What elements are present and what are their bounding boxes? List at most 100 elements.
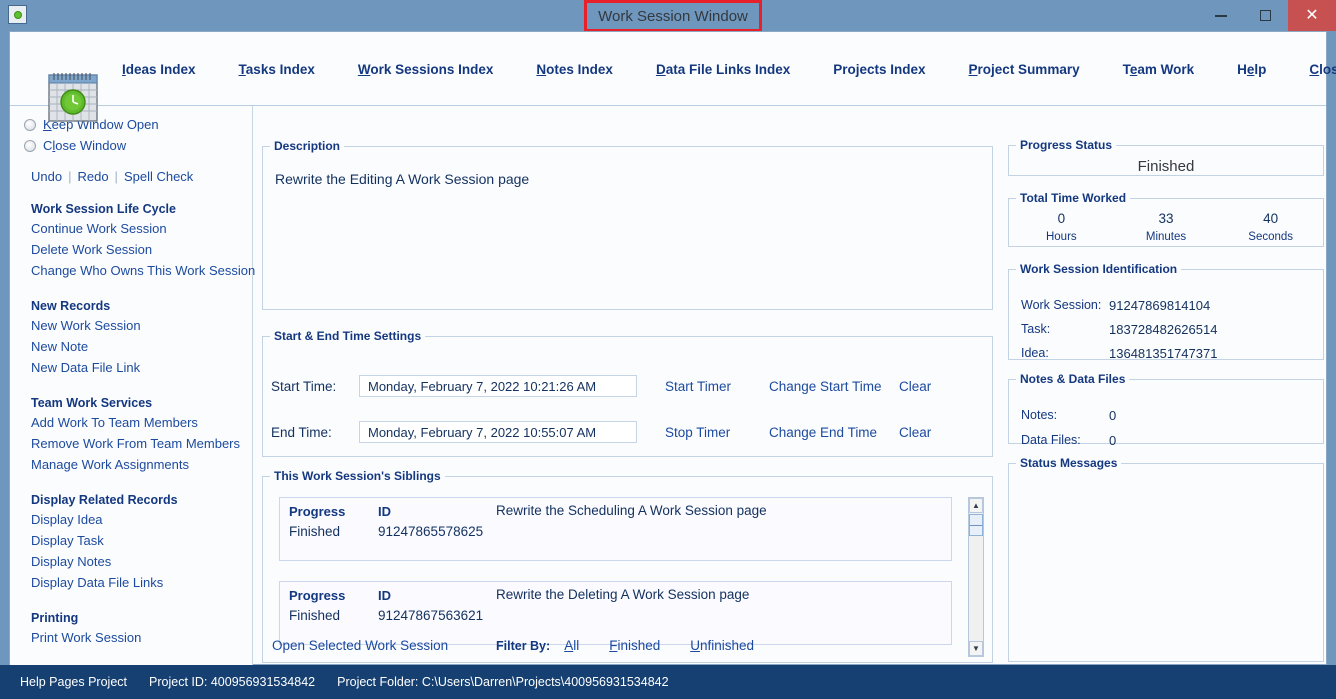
- end-time-input[interactable]: Monday, February 7, 2022 10:55:07 AM: [359, 421, 637, 443]
- work-session-id-key: Work Session:: [1021, 298, 1102, 312]
- sibling-progress-header: Progress: [289, 588, 346, 603]
- nav-close-program[interactable]: Close Program: [1309, 62, 1336, 77]
- seconds-column: 40 Seconds: [1218, 211, 1323, 243]
- scrollbar-thumb[interactable]: [969, 514, 983, 536]
- filter-all-link[interactable]: All: [564, 638, 579, 653]
- maximize-button[interactable]: [1243, 0, 1288, 31]
- notes-count-row: Notes: 0: [1021, 408, 1116, 423]
- open-selected-work-session-link[interactable]: Open Selected Work Session: [272, 638, 496, 653]
- filter-unfinished-link[interactable]: Unfinished: [690, 638, 754, 653]
- sidebar-group-new-records: New Records: [31, 299, 111, 313]
- nav-work-sessions-index[interactable]: Work Sessions Index: [358, 62, 494, 77]
- nav-tasks-index[interactable]: Tasks Index: [239, 62, 315, 77]
- sidebar-item-remove-work-from-team-members[interactable]: Remove Work From Team Members: [31, 433, 252, 454]
- sibling-row[interactable]: Progress ID Rewrite the Scheduling A Wor…: [279, 497, 952, 561]
- scroll-down-icon[interactable]: ▼: [969, 641, 983, 656]
- end-time-row: End Time: Monday, February 7, 2022 10:55…: [271, 421, 959, 443]
- undo-link[interactable]: Undo: [31, 169, 62, 184]
- stop-timer-link[interactable]: Stop Timer: [665, 425, 769, 440]
- work-session-id-row: Work Session: 91247869814104: [1021, 298, 1210, 313]
- radio-icon[interactable]: [24, 139, 36, 152]
- nav-help[interactable]: Help: [1237, 62, 1266, 77]
- siblings-list: Progress ID Rewrite the Scheduling A Wor…: [272, 497, 966, 645]
- nav-project-summary[interactable]: Project Summary: [969, 62, 1080, 77]
- clear-end-time-link[interactable]: Clear: [899, 425, 959, 440]
- spell-check-link[interactable]: Spell Check: [124, 169, 193, 184]
- sidebar-item-display-data-file-links[interactable]: Display Data File Links: [31, 572, 252, 593]
- radio-close-window[interactable]: Close Window: [24, 135, 252, 156]
- radio-label: Close Window: [43, 138, 126, 153]
- minimize-button[interactable]: [1198, 0, 1243, 31]
- sidebar-item-delete-work-session[interactable]: Delete Work Session: [31, 239, 252, 260]
- idea-id-row: Idea: 136481351747371: [1021, 346, 1217, 361]
- nav-label: lose Program: [1319, 61, 1336, 77]
- start-time-input[interactable]: Monday, February 7, 2022 10:21:26 AM: [359, 375, 637, 397]
- divider: |: [68, 169, 72, 184]
- nav-label-rest: rojects Index: [842, 61, 926, 77]
- sidebar-item-new-note[interactable]: New Note: [31, 336, 252, 357]
- sidebar-group-work-session-life-cycle: Work Session Life Cycle: [31, 202, 176, 216]
- siblings-scrollbar[interactable]: ▲ ▼: [968, 497, 984, 657]
- nav-accel: P: [968, 61, 978, 77]
- end-time-label: End Time:: [271, 424, 332, 440]
- sibling-progress-value: Finished: [289, 524, 341, 539]
- sidebar-item-display-task[interactable]: Display Task: [31, 530, 252, 551]
- filter-finished-link[interactable]: Finished: [609, 638, 660, 653]
- window-controls: ✕: [1198, 0, 1336, 31]
- sidebar-item-change-owner[interactable]: Change Who Owns This Work Session: [31, 260, 255, 281]
- sidebar-item-manage-work-assignments[interactable]: Manage Work Assignments: [31, 454, 252, 475]
- start-timer-link[interactable]: Start Timer: [665, 379, 769, 394]
- radio-icon[interactable]: [24, 118, 36, 131]
- edit-actions-row: Undo | Redo | Spell Check: [31, 169, 252, 184]
- nav-data-file-links-index[interactable]: Data File Links Index: [656, 62, 790, 77]
- filter-rest: inished: [617, 638, 661, 653]
- nav-team-work[interactable]: Team Work: [1123, 62, 1195, 77]
- nav-projects-index[interactable]: Projects Index: [833, 62, 925, 77]
- change-end-time-link[interactable]: Change End Time: [769, 425, 899, 440]
- filter-rest: nfinished: [699, 638, 755, 653]
- close-button[interactable]: ✕: [1288, 0, 1336, 31]
- siblings-legend: This Work Session's Siblings: [274, 469, 441, 483]
- sidebar-item-continue-work-session[interactable]: Continue Work Session: [31, 218, 252, 239]
- nav-ideas-index[interactable]: Ideas Index: [122, 62, 196, 77]
- sibling-id-header: ID: [378, 504, 391, 519]
- right-column: Progress Status Finished Total Time Work…: [1001, 106, 1328, 665]
- nav-label: asks Index: [245, 61, 315, 77]
- header-bar: Ideas Index Tasks Index Work Sessions In…: [10, 32, 1336, 122]
- sibling-id-value: 91247865578625: [378, 524, 484, 539]
- clear-start-time-link[interactable]: Clear: [899, 379, 959, 394]
- sibling-id-header: ID: [378, 588, 391, 603]
- work-session-identification-legend: Work Session Identification: [1020, 262, 1178, 276]
- divider: |: [114, 169, 118, 184]
- task-id-key: Task:: [1021, 322, 1051, 336]
- sibling-progress-value: Finished: [289, 608, 341, 623]
- progress-status-legend: Progress Status: [1020, 138, 1113, 152]
- nav-label: ork Sessions Index: [370, 61, 494, 77]
- nav-accel: N: [536, 61, 547, 77]
- minutes-value: 33: [1158, 211, 1174, 226]
- redo-link[interactable]: Redo: [77, 169, 108, 184]
- maximize-icon: [1260, 10, 1271, 21]
- status-project-folder: Project Folder: C:\Users\Darren\Projects…: [337, 675, 669, 689]
- sidebar-item-new-data-file-link[interactable]: New Data File Link: [31, 357, 252, 378]
- sidebar-item-display-notes[interactable]: Display Notes: [31, 551, 252, 572]
- sidebar-item-add-work-to-team-members[interactable]: Add Work To Team Members: [31, 412, 252, 433]
- sidebar-item-display-idea[interactable]: Display Idea: [31, 509, 252, 530]
- total-time-worked-panel: Total Time Worked 0 Hours 33 Minutes 40 …: [1008, 191, 1324, 247]
- sibling-row[interactable]: Progress ID Rewrite the Deleting A Work …: [279, 581, 952, 645]
- task-id-value: 183728482626514: [1109, 322, 1218, 337]
- sidebar-item-new-work-session[interactable]: New Work Session: [31, 315, 252, 336]
- notes-count-key: Notes:: [1021, 408, 1058, 422]
- change-start-time-link[interactable]: Change Start Time: [769, 379, 899, 394]
- nav-label: lp: [1254, 61, 1267, 77]
- time-settings-panel: Start & End Time Settings Start Time: Mo…: [262, 329, 993, 457]
- status-project-id: Project ID: 400956931534842: [149, 675, 316, 689]
- progress-status-panel: Progress Status Finished: [1008, 138, 1324, 176]
- description-text[interactable]: Rewrite the Editing A Work Session page: [275, 171, 529, 187]
- left-sidebar: Keep Window Open Close Window Undo | Red…: [10, 106, 255, 665]
- nav-notes-index[interactable]: Notes Index: [536, 62, 613, 77]
- nav-accel: D: [655, 61, 666, 77]
- scroll-up-icon[interactable]: ▲: [969, 498, 983, 513]
- sidebar-item-print-work-session[interactable]: Print Work Session: [31, 627, 252, 648]
- close-icon: ✕: [1305, 6, 1319, 24]
